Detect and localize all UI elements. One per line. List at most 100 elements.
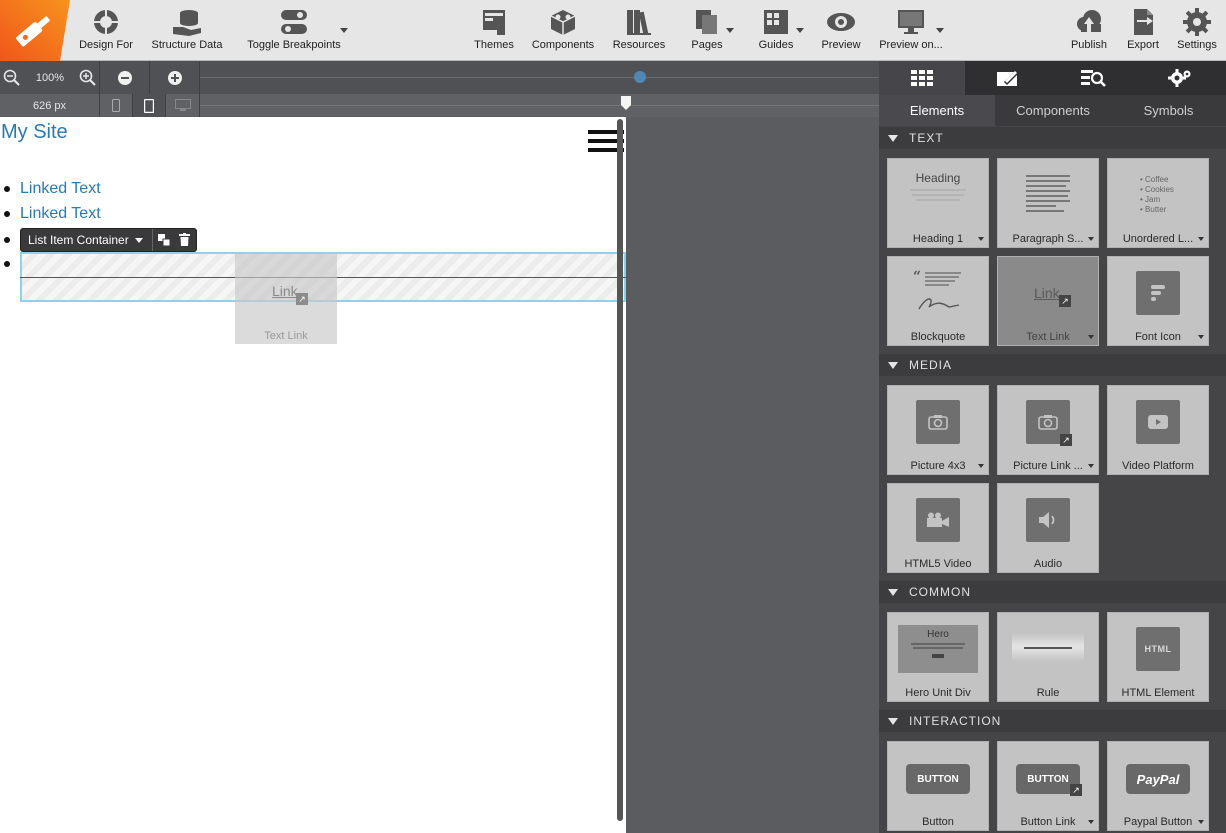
hero-unit-element[interactable]: Hero Hero Unit Div [887, 612, 989, 702]
blockquote-label: Blockquote [910, 331, 966, 343]
cube-blocks-icon [550, 10, 576, 35]
preview-on-button[interactable]: Preview on... [878, 0, 944, 61]
breakpoint-track [200, 77, 879, 78]
toggle-breakpoints-caret-icon[interactable] [340, 28, 348, 33]
video-platform-element[interactable]: Video Platform [1107, 385, 1209, 475]
list-item-container-toolbar[interactable]: List Item Container [20, 228, 197, 252]
duplicate-icon[interactable] [158, 234, 171, 249]
books-icon [627, 10, 651, 35]
rule-line-icon [1024, 647, 1072, 649]
rule-label: Rule [1036, 687, 1060, 699]
picture-link-element[interactable]: ↗ Picture Link ... [997, 385, 1099, 475]
gear-icon [1183, 8, 1211, 36]
picture-link-label: Picture Link ... [1013, 460, 1083, 472]
section-text[interactable]: TEXT [879, 127, 1226, 149]
list-item-link[interactable]: Linked Text [20, 205, 101, 223]
paint-roller-icon [483, 10, 505, 35]
chevron-down-icon[interactable] [978, 464, 984, 468]
zoom-in-icon[interactable] [76, 61, 100, 94]
app-logo[interactable] [0, 0, 70, 61]
camera-icon [916, 400, 960, 444]
hero-preview: Hero [898, 625, 978, 673]
design-for-button[interactable]: Design For [78, 0, 134, 61]
text-link-element[interactable]: Link ↗ Text Link [997, 256, 1099, 346]
section-media[interactable]: MEDIA [879, 354, 1226, 376]
container-name[interactable]: List Item Container [21, 233, 129, 247]
audio-element[interactable]: Audio [997, 483, 1099, 573]
button-element[interactable]: BUTTON Button [887, 741, 989, 831]
toggle-switch-icon [281, 10, 307, 34]
export-button[interactable]: Export [1124, 0, 1162, 61]
tab-elements[interactable]: Elements [879, 95, 995, 126]
publish-button[interactable]: Publish [1068, 0, 1110, 61]
section-common[interactable]: COMMON [879, 581, 1226, 603]
phone-device-icon[interactable] [100, 94, 133, 117]
chevron-down-icon[interactable] [1088, 820, 1094, 824]
chevron-down-icon[interactable] [1198, 335, 1204, 339]
zoom-level: 100% [35, 71, 65, 84]
panel-tabs: Elements Components Symbols [879, 95, 1226, 126]
design-canvas[interactable]: My Site Linked Text Linked Text List Ite… [0, 117, 626, 833]
canvas-scrollbar[interactable] [617, 119, 623, 821]
picture-element[interactable]: Picture 4x3 [887, 385, 989, 475]
list-item-link[interactable]: Linked Text [20, 180, 101, 198]
paragraph-element[interactable]: Paragraph S... [997, 158, 1099, 248]
chevron-down-icon[interactable] [978, 237, 984, 241]
components-button[interactable]: Components [532, 0, 594, 61]
guides-caret-icon[interactable] [796, 28, 804, 33]
rule-element[interactable]: Rule [997, 612, 1099, 702]
button-label: Button [922, 816, 954, 828]
themes-button[interactable]: Themes [472, 0, 516, 61]
chevron-down-icon[interactable] [1198, 237, 1204, 241]
speaker-icon [1026, 498, 1070, 542]
section-interaction[interactable]: INTERACTION [879, 710, 1226, 732]
font-icon-label: Font Icon [1135, 331, 1181, 343]
unordered-list-element[interactable]: • Coffee • Cookies • Jam • Butter Unorde… [1107, 158, 1209, 248]
chevron-down-icon[interactable] [1088, 335, 1094, 339]
structure-data-button[interactable]: Structure Data [150, 0, 224, 61]
blockquote-element[interactable]: “ Blockquote [887, 256, 989, 346]
export-file-icon [1134, 9, 1153, 35]
site-title[interactable]: My Site [1, 121, 68, 144]
guides-button[interactable]: Guides [758, 0, 794, 61]
add-breakpoint-button[interactable] [150, 61, 200, 94]
width-handle[interactable] [621, 96, 631, 110]
breakpoint-marker[interactable] [634, 71, 646, 83]
pages-caret-icon[interactable] [726, 28, 734, 33]
preview-on-caret-icon[interactable] [936, 28, 944, 33]
heading-element[interactable]: Heading Heading 1 [887, 158, 989, 248]
panel-mode-bar [879, 61, 1226, 95]
desktop-device-icon[interactable] [166, 94, 200, 117]
preview-button[interactable]: Preview [818, 0, 864, 61]
paypal-button-label: Paypal Button [1123, 816, 1193, 828]
button-link-element[interactable]: BUTTON ↗ Button Link [997, 741, 1099, 831]
zoom-out-icon[interactable] [0, 61, 24, 94]
audio-label: Audio [1033, 558, 1063, 570]
gears-settings-icon[interactable] [1137, 61, 1223, 95]
pages-button[interactable]: Pages [690, 0, 724, 61]
cloud-upload-icon [1077, 10, 1101, 33]
unordered-list-label: Unordered L... [1122, 233, 1194, 245]
chevron-down-icon[interactable] [1088, 464, 1094, 468]
resources-button[interactable]: Resources [612, 0, 666, 61]
toggle-breakpoints-button[interactable]: Toggle Breakpoints [244, 0, 344, 61]
settings-button[interactable]: Settings [1174, 0, 1220, 61]
style-brush-icon[interactable] [965, 61, 1051, 95]
paypal-button-element[interactable]: PayPal Paypal Button [1107, 741, 1209, 831]
hero-unit-label: Hero Unit Div [905, 687, 971, 699]
html-element[interactable]: HTML HTML Element [1107, 612, 1209, 702]
font-icon-element[interactable]: Font Icon [1107, 256, 1209, 346]
search-inspect-icon[interactable] [1051, 61, 1137, 95]
tab-components[interactable]: Components [995, 95, 1111, 126]
html5-video-element[interactable]: HTML5 Video [887, 483, 989, 573]
tablet-device-icon[interactable] [133, 94, 166, 117]
chevron-down-icon[interactable] [1198, 820, 1204, 824]
chevron-down-icon[interactable] [134, 237, 143, 243]
remove-breakpoint-button[interactable] [100, 61, 150, 94]
crosshair-icon [92, 8, 120, 36]
chevron-down-icon[interactable] [1088, 237, 1094, 241]
trash-icon[interactable] [179, 233, 190, 249]
grid-view-icon[interactable] [879, 61, 965, 95]
tab-symbols[interactable]: Symbols [1111, 95, 1226, 126]
plus-circle-icon [167, 70, 182, 85]
